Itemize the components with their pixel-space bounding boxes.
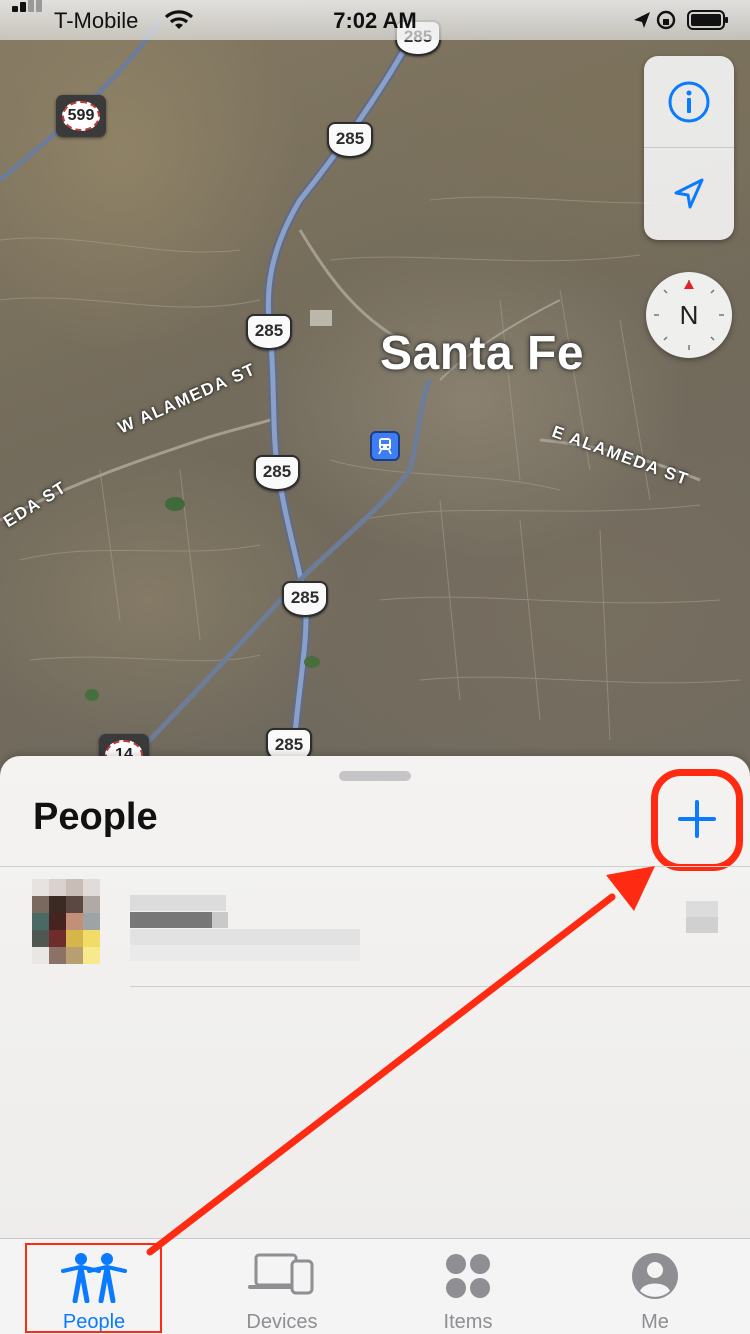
- status-icons: [634, 10, 728, 30]
- location-arrow-icon: [674, 178, 704, 209]
- compass-n-label: N: [679, 300, 699, 330]
- route-285-shield: 285: [246, 314, 292, 350]
- location-services-icon: [634, 12, 650, 28]
- state-route-599-shield: 599: [56, 95, 106, 137]
- me-icon: [632, 1253, 678, 1299]
- compass-needle-icon: [684, 280, 694, 289]
- items-icon: [446, 1254, 490, 1298]
- tab-items[interactable]: Items: [388, 1239, 548, 1334]
- route-285-shield: 285: [327, 122, 373, 158]
- tab-me[interactable]: Me: [575, 1239, 735, 1334]
- tab-label: Me: [641, 1311, 669, 1333]
- current-location-button[interactable]: [644, 148, 734, 240]
- map-view[interactable]: 285 285 285 285 285 285 599 14 Santa Fe …: [0, 0, 750, 780]
- info-button[interactable]: [644, 56, 734, 148]
- map-roads: [0, 17, 741, 780]
- devices-icon: [248, 1253, 314, 1295]
- people-sheet: People: [0, 756, 750, 1238]
- person-list-item[interactable]: [0, 867, 750, 985]
- add-button-highlight: [651, 769, 743, 871]
- map-controls: [644, 56, 734, 240]
- tab-label: Items: [443, 1311, 493, 1333]
- sheet-title: People: [33, 796, 158, 838]
- route-285-shield: 285: [254, 455, 300, 491]
- route-285-shield: 285: [282, 581, 328, 617]
- info-icon: [668, 81, 710, 122]
- avatar: [18, 879, 116, 977]
- tab-bar: People Devices Items Me: [0, 1238, 750, 1334]
- divider: [130, 986, 750, 987]
- train-station-icon[interactable]: [370, 431, 400, 461]
- city-label: Santa Fe: [380, 327, 585, 380]
- sheet-grabber[interactable]: [339, 771, 411, 781]
- tab-label: Devices: [246, 1311, 318, 1333]
- plus-icon[interactable]: [676, 798, 718, 840]
- tab-devices[interactable]: Devices: [202, 1239, 362, 1334]
- compass[interactable]: N: [646, 272, 732, 358]
- people-tab-highlight: [25, 1243, 162, 1333]
- status-bar: T-Mobile 7:02 AM: [0, 0, 750, 40]
